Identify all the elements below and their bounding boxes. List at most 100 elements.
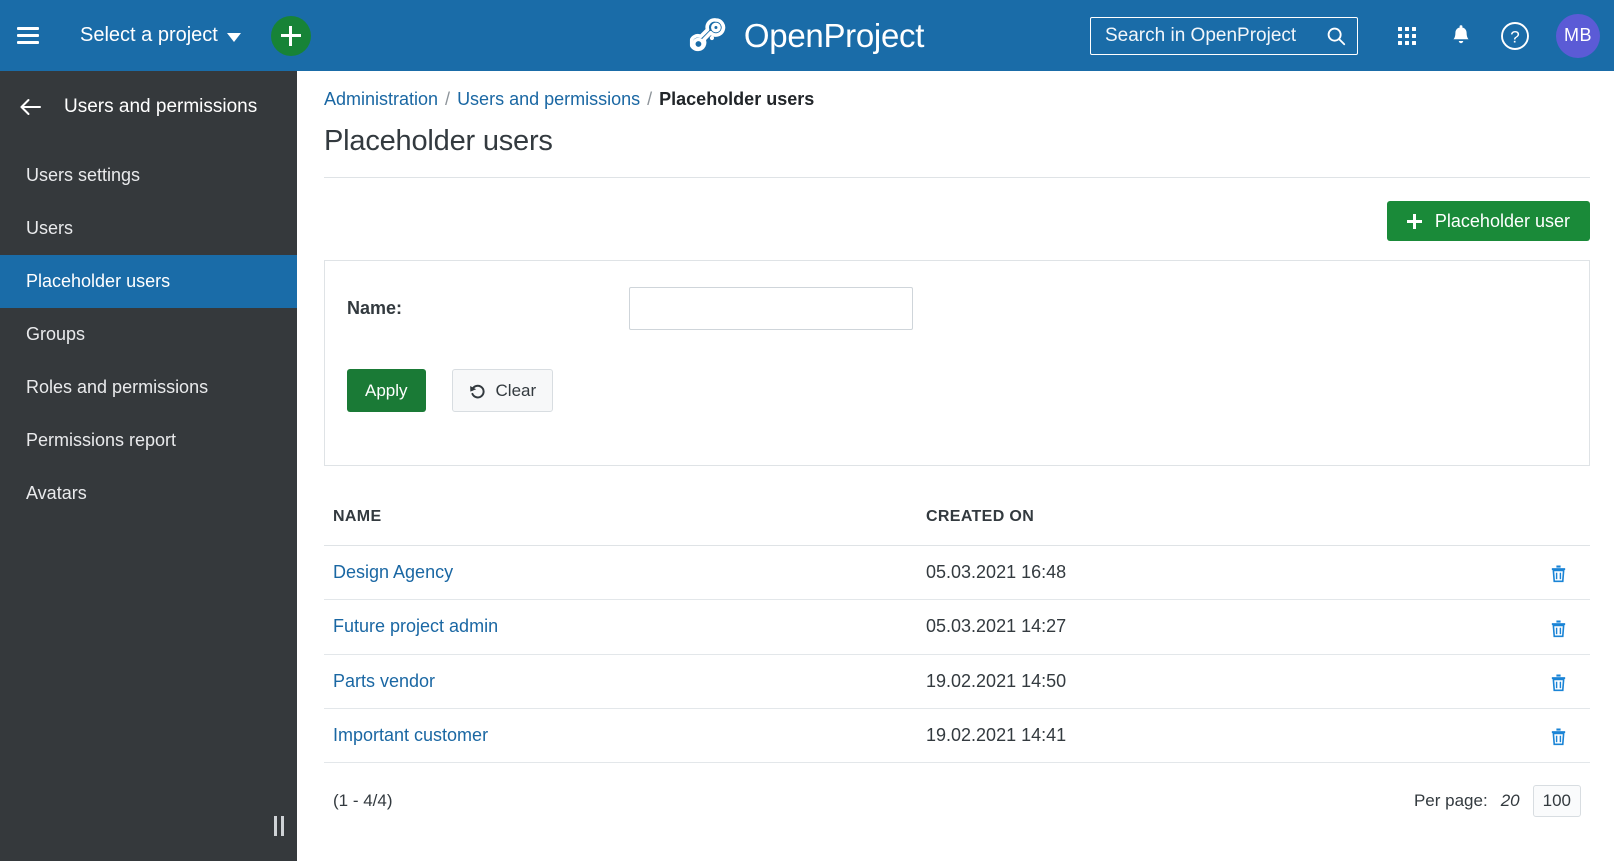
main-content: Administration / Users and permissions /…	[297, 71, 1614, 861]
add-placeholder-user-label: Placeholder user	[1434, 210, 1570, 231]
global-search[interactable]: Search in OpenProject	[1090, 16, 1358, 55]
filter-actions: Apply Clear	[347, 369, 1565, 412]
cell-created-on: 05.03.2021 16:48	[914, 545, 1344, 601]
search-input[interactable]: Search in OpenProject	[1105, 25, 1325, 47]
table-row: Design Agency 05.03.2021 16:48	[324, 545, 1590, 601]
grid-icon	[1398, 26, 1416, 45]
sidebar-item-placeholder-users[interactable]: Placeholder users	[0, 255, 297, 308]
table-body: Design Agency 05.03.2021 16:48 Future pr…	[324, 545, 1590, 764]
cell-created-on: 19.02.2021 14:41	[914, 708, 1344, 764]
sidebar-item-label: Users	[26, 218, 74, 238]
sidebar-back-link[interactable]: Users and permissions	[0, 71, 297, 143]
title-divider	[324, 177, 1590, 178]
toolbar: Placeholder user	[324, 201, 1590, 241]
filter-name-label: Name:	[347, 298, 403, 318]
sidebar-item-label: Permissions report	[26, 430, 177, 450]
undo-icon	[469, 384, 485, 398]
cell-actions	[1344, 545, 1590, 601]
breadcrumb-administration[interactable]: Administration	[324, 89, 438, 110]
sidebar-item-groups[interactable]: Groups	[0, 308, 297, 361]
openproject-mark-icon	[689, 17, 726, 51]
openproject-logo[interactable]: OpenProject	[689, 16, 925, 55]
project-selector[interactable]: Select a project	[80, 24, 241, 47]
cell-created-on: 05.03.2021 14:27	[914, 599, 1344, 655]
cell-actions	[1344, 708, 1590, 764]
top-bar-actions: Search in OpenProject ? MB	[1090, 11, 1614, 61]
apply-filter-button[interactable]: Apply	[347, 369, 426, 412]
breadcrumb-separator: /	[445, 89, 451, 109]
hamburger-menu-icon[interactable]	[0, 0, 56, 71]
sidebar-item-label: Avatars	[26, 483, 87, 503]
user-avatar[interactable]: MB	[1556, 13, 1600, 58]
placeholder-user-link[interactable]: Important customer	[333, 725, 488, 745]
project-selector-label: Select a project	[80, 24, 218, 46]
filter-name-row: Name:	[347, 287, 1565, 330]
placeholder-users-table: NAME CREATED ON Design Agency 05.03.2021…	[324, 508, 1590, 764]
trash-icon[interactable]	[1549, 618, 1568, 638]
breadcrumb: Administration / Users and permissions /…	[324, 71, 1590, 110]
arrow-left-icon	[20, 99, 41, 115]
table-head: NAME CREATED ON	[324, 508, 1590, 546]
per-page-label: Per page:	[1413, 791, 1488, 810]
search-icon[interactable]	[1325, 25, 1347, 47]
sidebar-item-avatars[interactable]: Avatars	[0, 467, 297, 520]
help-button[interactable]: ?	[1488, 11, 1542, 61]
pagination-range: (1 - 4/4)	[333, 791, 393, 810]
column-header-created-on[interactable]: CREATED ON	[914, 508, 1344, 546]
table-footer: (1 - 4/4) Per page: 20 100	[324, 785, 1590, 817]
top-bar: Select a project OpenProject Search in O…	[0, 0, 1614, 71]
sidebar: Users and permissions Users settings Use…	[0, 71, 297, 861]
hamburger-bar	[17, 27, 39, 30]
breadcrumb-users-and-permissions[interactable]: Users and permissions	[457, 89, 640, 110]
sidebar-item-label: Users settings	[26, 165, 141, 185]
sidebar-item-label: Placeholder users	[26, 271, 171, 291]
table-row: Parts vendor 19.02.2021 14:50	[324, 654, 1590, 709]
filter-name-input[interactable]	[629, 287, 913, 330]
trash-icon[interactable]	[1549, 672, 1568, 692]
chevron-down-icon	[226, 33, 241, 42]
plus-icon	[1406, 213, 1422, 229]
sidebar-menu: Users settings Users Placeholder users G…	[0, 149, 297, 520]
cell-actions	[1344, 654, 1590, 709]
breadcrumb-separator: /	[647, 89, 653, 109]
breadcrumb-current: Placeholder users	[659, 89, 815, 109]
add-placeholder-user-button[interactable]: Placeholder user	[1386, 201, 1590, 241]
placeholder-user-link[interactable]: Design Agency	[333, 562, 453, 582]
add-button[interactable]	[270, 15, 311, 56]
sidebar-item-users[interactable]: Users	[0, 202, 297, 255]
cell-name: Future project admin	[324, 599, 914, 655]
table-row: Future project admin 05.03.2021 14:27	[324, 599, 1590, 655]
column-header-name[interactable]: NAME	[324, 508, 914, 546]
plus-icon	[280, 25, 301, 46]
column-header-actions	[1344, 508, 1590, 546]
per-page-option-100[interactable]: 100	[1532, 785, 1581, 817]
cell-name: Important customer	[324, 708, 914, 764]
sidebar-item-label: Groups	[26, 324, 86, 344]
svg-text:?: ?	[1510, 27, 1519, 46]
placeholder-user-link[interactable]: Parts vendor	[333, 671, 435, 691]
table-header-row: NAME CREATED ON	[324, 508, 1590, 546]
cell-actions	[1344, 599, 1590, 655]
cell-name: Parts vendor	[324, 654, 914, 709]
notifications-button[interactable]	[1434, 11, 1488, 61]
trash-icon[interactable]	[1549, 726, 1568, 746]
hamburger-bar	[17, 34, 39, 37]
sidebar-item-users-settings[interactable]: Users settings	[0, 149, 297, 202]
table-row: Important customer 19.02.2021 14:41	[324, 708, 1590, 764]
sidebar-back-label: Users and permissions	[64, 96, 258, 117]
sidebar-collapse-handle[interactable]	[269, 815, 289, 837]
brand-name: OpenProject	[743, 16, 925, 54]
per-page-current[interactable]: 20	[1501, 791, 1520, 811]
sidebar-item-roles-and-permissions[interactable]: Roles and permissions	[0, 361, 297, 414]
bell-icon	[1453, 24, 1469, 43]
clear-filter-label: Clear	[495, 380, 537, 400]
trash-icon[interactable]	[1549, 563, 1568, 583]
hamburger-bar	[17, 41, 39, 44]
sidebar-item-permissions-report[interactable]: Permissions report	[0, 414, 297, 467]
modules-button[interactable]	[1380, 11, 1434, 61]
cell-name: Design Agency	[324, 545, 914, 601]
filter-panel: Name: Apply Clear	[324, 260, 1590, 466]
clear-filter-button[interactable]: Clear	[451, 369, 554, 412]
sidebar-item-label: Roles and permissions	[26, 377, 209, 397]
placeholder-user-link[interactable]: Future project admin	[333, 616, 498, 636]
